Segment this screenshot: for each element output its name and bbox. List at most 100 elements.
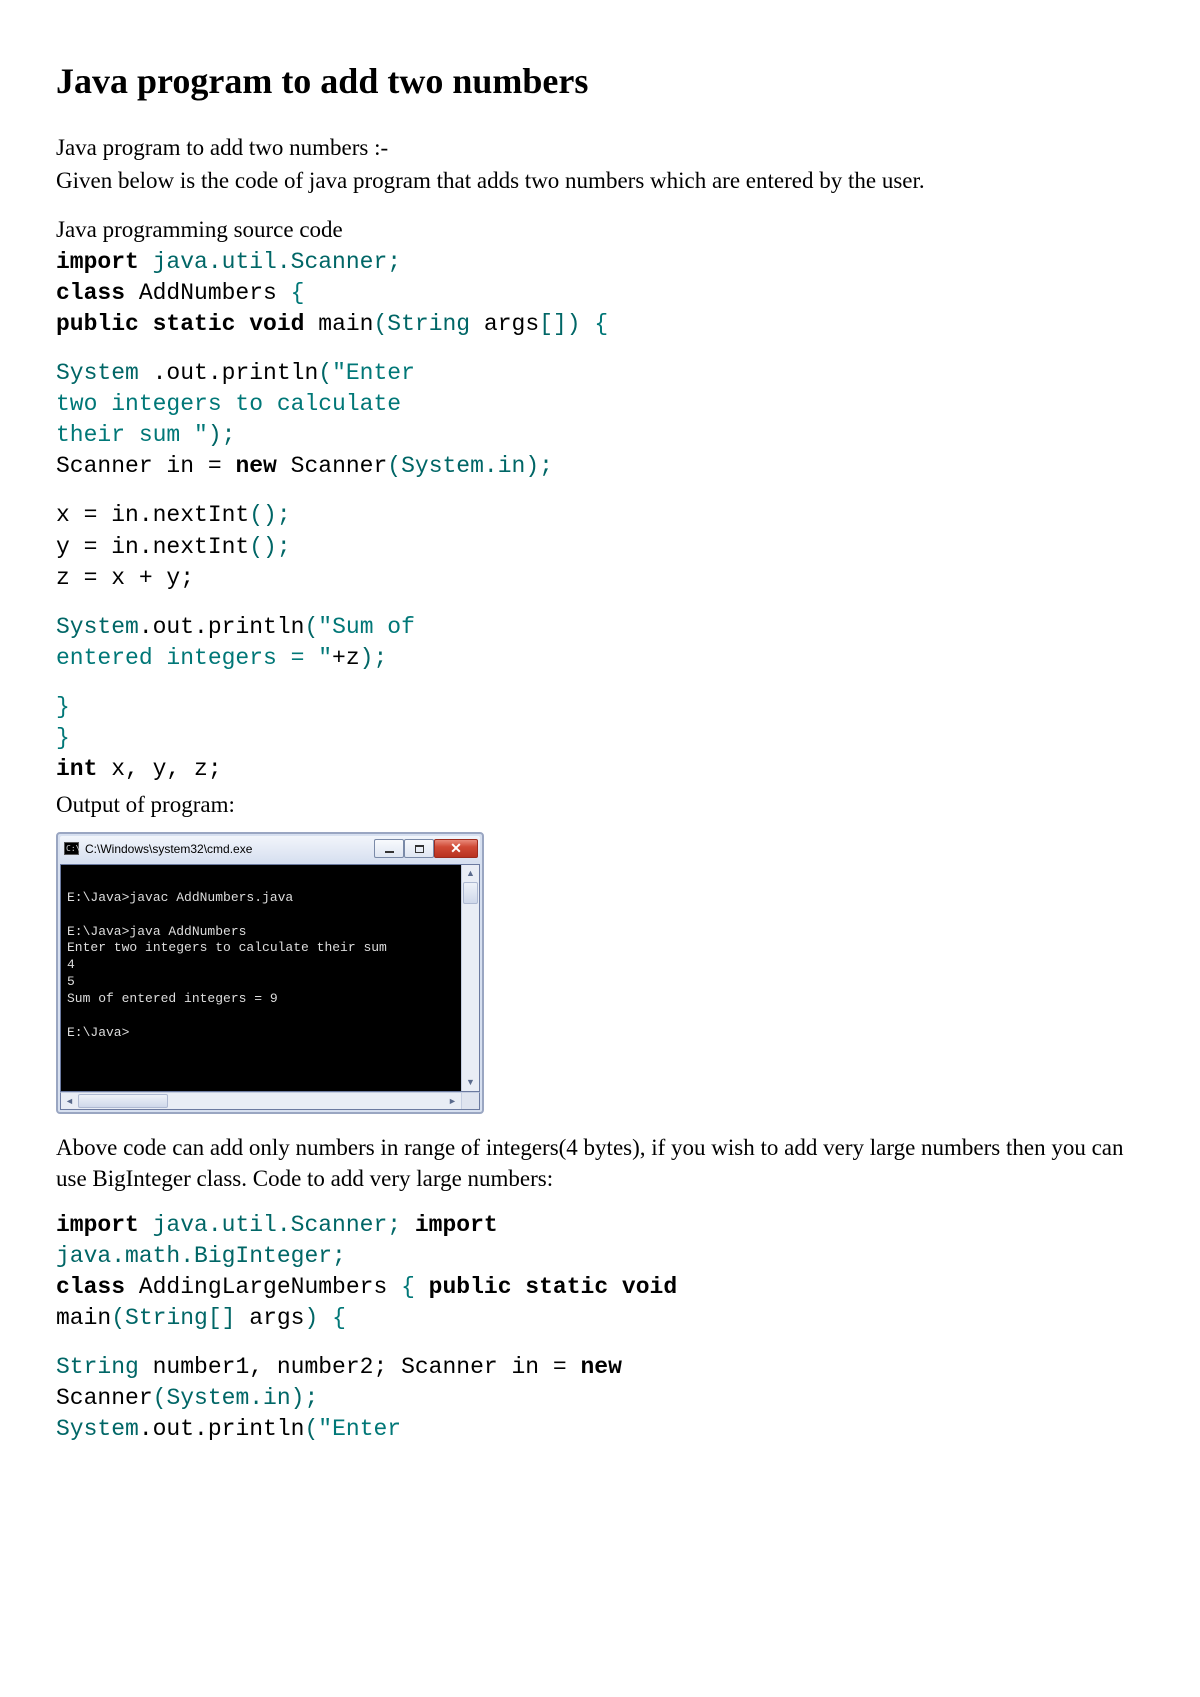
keyword-class: class <box>56 280 125 306</box>
keyword-static: static <box>512 1274 609 1300</box>
import-package: java.util.Scanner; <box>139 1212 401 1238</box>
system-in: System.in <box>166 1385 290 1411</box>
paren: ( <box>373 311 387 337</box>
keyword-class: class <box>56 1274 125 1300</box>
system: System <box>56 360 139 386</box>
keyword-public: public <box>415 1274 512 1300</box>
import-package: java.math.BigInteger; <box>56 1243 346 1269</box>
scroll-up-arrow-icon[interactable]: ▲ <box>462 865 479 882</box>
intro-line-1: Java program to add two numbers :- <box>56 132 1144 163</box>
keyword-int: int <box>56 756 97 782</box>
window-buttons: ✕ <box>374 839 478 858</box>
close-button[interactable]: ✕ <box>434 839 478 858</box>
paren-close: ); <box>525 453 553 479</box>
plus-z: +z <box>332 645 360 671</box>
scroll-down-arrow-icon[interactable]: ▼ <box>462 1074 479 1091</box>
output-label: Output of program: <box>56 789 1144 820</box>
cmd-title: C:\Windows\system32\cmd.exe <box>85 842 252 856</box>
keyword-new: new <box>235 453 276 479</box>
out-println: .out.println <box>139 614 305 640</box>
scroll-left-arrow-icon[interactable]: ◄ <box>61 1093 78 1109</box>
keyword-new: new <box>581 1354 622 1380</box>
paren: ( <box>153 1385 167 1411</box>
brace: } <box>56 725 70 751</box>
scroll-right-arrow-icon[interactable]: ► <box>444 1093 461 1109</box>
paren: ( <box>318 360 332 386</box>
source-code-label: Java programming source code <box>56 214 1144 245</box>
class-name: AddingLargeNumbers <box>125 1274 401 1300</box>
code-block-1d: System.out.println("Sum of entered integ… <box>56 612 1144 674</box>
string-literal: "Enter <box>318 1416 401 1442</box>
out-println: .out.println <box>139 1416 305 1442</box>
type-string: String <box>56 1354 139 1380</box>
y-assign: y = in.nextInt <box>56 534 249 560</box>
cmd-output-text: E:\Java>javac AddNumbers.java E:\Java>ja… <box>67 873 475 1042</box>
z-assign: z = x + y; <box>56 565 194 591</box>
horizontal-scrollbar[interactable]: ◄ ► <box>60 1092 480 1110</box>
vars: number1, number2; Scanner in = <box>139 1354 581 1380</box>
keyword-import: import <box>56 249 139 275</box>
scanner-decl: Scanner in = <box>56 453 235 479</box>
args: args <box>235 1305 304 1331</box>
keyword-void: void <box>608 1274 677 1300</box>
minimize-button[interactable] <box>374 839 404 858</box>
code-block-2: import java.util.Scanner; import java.ma… <box>56 1210 1144 1334</box>
cmd-icon: C:\ <box>64 842 79 855</box>
out-println: .out.println <box>139 360 318 386</box>
code-block-1: import java.util.Scanner; class AddNumbe… <box>56 247 1144 340</box>
scanner-ctor: Scanner <box>277 453 387 479</box>
brace: { <box>401 1274 415 1300</box>
scanner-ctor: Scanner <box>56 1385 153 1411</box>
keyword-import: import <box>56 1212 139 1238</box>
import-package: java.util.Scanner; <box>139 249 401 275</box>
call: (); <box>249 534 290 560</box>
paragraph-biginteger: Above code can add only numbers in range… <box>56 1132 1144 1194</box>
brace: { <box>318 1305 346 1331</box>
paren: ( <box>111 1305 125 1331</box>
main-name: main <box>304 311 373 337</box>
code-block-1b: System .out.println("Enter two integers … <box>56 358 1144 482</box>
code-block-1c: x = in.nextInt(); y = in.nextInt(); z = … <box>56 500 1144 593</box>
keyword-import: import <box>401 1212 498 1238</box>
array-brackets: [] <box>208 1305 236 1331</box>
paren-close: []) <box>539 311 580 337</box>
class-name: AddNumbers <box>125 280 291 306</box>
vertical-scrollbar[interactable]: ▲ ▼ <box>461 865 479 1091</box>
brace: { <box>291 280 305 306</box>
keyword-static: static <box>139 311 236 337</box>
brace: { <box>581 311 609 337</box>
paren: ( <box>304 614 318 640</box>
paren-close: ); <box>291 1385 319 1411</box>
call: (); <box>249 502 290 528</box>
intro-line-2: Given below is the code of java program … <box>56 165 1144 196</box>
paren: ( <box>304 1416 318 1442</box>
resize-grip-icon[interactable] <box>461 1093 479 1109</box>
scroll-track[interactable] <box>78 1093 444 1109</box>
x-assign: x = in.nextInt <box>56 502 249 528</box>
paren-close: ); <box>208 422 236 448</box>
brace: } <box>56 694 70 720</box>
type-string: String <box>125 1305 208 1331</box>
paren-close: ); <box>360 645 388 671</box>
scroll-thumb[interactable] <box>78 1094 168 1108</box>
system-in: System.in <box>401 453 525 479</box>
keyword-public: public <box>56 311 139 337</box>
cmd-window: C:\ C:\Windows\system32\cmd.exe ✕ E:\Jav… <box>56 832 484 1114</box>
system: System <box>56 614 139 640</box>
system: System <box>56 1416 139 1442</box>
type-string: String <box>387 311 470 337</box>
scroll-thumb[interactable] <box>463 882 478 904</box>
keyword-void: void <box>235 311 304 337</box>
cmd-body: E:\Java>javac AddNumbers.java E:\Java>ja… <box>60 864 480 1092</box>
code-block-1e: } } int x, y, z; <box>56 692 1144 785</box>
maximize-button[interactable] <box>404 839 434 858</box>
int-vars: x, y, z; <box>97 756 221 782</box>
paren: ( <box>387 453 401 479</box>
scroll-track[interactable] <box>462 882 479 1074</box>
cmd-titlebar: C:\ C:\Windows\system32\cmd.exe ✕ <box>60 836 480 862</box>
code-block-2b: String number1, number2; Scanner in = ne… <box>56 1352 1144 1445</box>
paren-close: ) <box>304 1305 318 1331</box>
page-title: Java program to add two numbers <box>56 60 1144 102</box>
args: args <box>470 311 539 337</box>
main-name: main <box>56 1305 111 1331</box>
